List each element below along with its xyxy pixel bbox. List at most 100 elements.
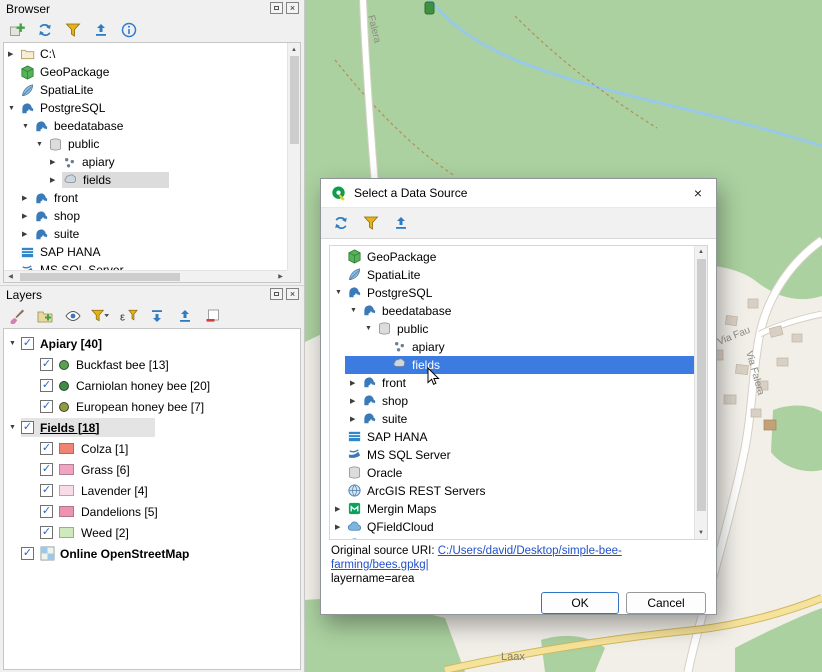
expander-icon[interactable]: ▼ — [35, 141, 48, 148]
expander-icon[interactable]: ▶ — [349, 379, 362, 387]
expander-icon[interactable]: ▼ — [334, 289, 347, 296]
close-panel-button[interactable]: × — [286, 288, 299, 300]
expander-icon[interactable]: ▶ — [334, 523, 347, 531]
dialog-item-shop[interactable]: ▶ shop — [330, 392, 707, 410]
dialog-item-oracle[interactable]: Oracle — [330, 464, 707, 482]
scroll-up-icon[interactable]: ▲ — [288, 43, 301, 56]
add-selected-layers-button[interactable] — [6, 20, 27, 41]
legend-checkbox[interactable]: ✓ — [40, 442, 53, 455]
browser-item-apiary[interactable]: ▶ apiary — [4, 153, 300, 171]
legend-item-carniolan-honey-bee[interactable]: ✓ Carniolan honey bee [20] — [4, 375, 300, 396]
legend-checkbox[interactable]: ✓ — [40, 358, 53, 371]
dialog-item-ms-sql-server[interactable]: MS SQL Server — [330, 446, 707, 464]
filter-browser-button[interactable] — [62, 20, 83, 41]
refresh-button[interactable] — [330, 212, 351, 233]
add-group-button[interactable] — [34, 306, 55, 327]
layer-styling-button[interactable] — [6, 306, 27, 327]
scroll-down-icon[interactable]: ▼ — [695, 526, 708, 539]
dialog-item-public[interactable]: ▼ public — [330, 320, 707, 338]
browser-item-c-drive[interactable]: ▶ C:\ — [4, 45, 300, 63]
float-panel-button[interactable] — [270, 2, 283, 14]
browser-item-beedatabase[interactable]: ▼ beedatabase — [4, 117, 300, 135]
expander-icon[interactable]: ▼ — [8, 424, 21, 431]
float-panel-button[interactable] — [270, 288, 283, 300]
layer-checkbox[interactable]: ✓ — [21, 337, 34, 350]
browser-item-spatialite[interactable]: SpatiaLite — [4, 81, 300, 99]
legend-checkbox[interactable]: ✓ — [40, 526, 53, 539]
layer-checkbox[interactable]: ✓ — [21, 547, 34, 560]
dialog-item-geopackage[interactable]: GeoPackage — [330, 248, 707, 266]
browser-vertical-scrollbar[interactable]: ▲ — [287, 43, 300, 270]
legend-checkbox[interactable]: ✓ — [40, 400, 53, 413]
browser-item-sap-hana[interactable]: SAP HANA — [4, 243, 300, 261]
dialog-item-spatialite[interactable]: SpatiaLite — [330, 266, 707, 284]
filter-legend-button[interactable] — [90, 306, 111, 327]
layer-item-online-openstreetmap[interactable]: ✓ Online OpenStreetMap — [4, 543, 300, 564]
scroll-up-icon[interactable]: ▲ — [695, 246, 708, 259]
dialog-item-beedatabase[interactable]: ▼ beedatabase — [330, 302, 707, 320]
browser-item-shop[interactable]: ▶ shop — [4, 207, 300, 225]
legend-checkbox[interactable]: ✓ — [40, 484, 53, 497]
expander-icon[interactable]: ▼ — [349, 307, 362, 314]
dialog-item-wms-wmts[interactable]: ▶ WMS/WMTS — [330, 536, 707, 540]
dialog-item-postgresql[interactable]: ▼ PostgreSQL — [330, 284, 707, 302]
layer-item-fields[interactable]: ▼ ✓ Fields [18] — [4, 417, 300, 438]
dialog-item-arcgis-rest-servers[interactable]: ArcGIS REST Servers — [330, 482, 707, 500]
remove-layer-button[interactable] — [202, 306, 223, 327]
expander-icon[interactable]: ▶ — [334, 505, 347, 513]
scroll-right-icon[interactable]: ▶ — [274, 270, 287, 283]
expander-icon[interactable]: ▶ — [21, 194, 34, 202]
properties-widget-button[interactable] — [118, 20, 139, 41]
browser-item-front[interactable]: ▶ front — [4, 189, 300, 207]
cancel-button[interactable]: Cancel — [626, 592, 706, 614]
scrollbar-thumb[interactable] — [290, 56, 299, 144]
legend-checkbox[interactable]: ✓ — [40, 379, 53, 392]
dialog-vertical-scrollbar[interactable]: ▲ ▼ — [694, 246, 707, 539]
dialog-close-button[interactable]: × — [680, 179, 716, 207]
dialog-item-fields-selected[interactable]: fields — [330, 356, 707, 374]
expander-icon[interactable]: ▶ — [349, 415, 362, 423]
expander-icon[interactable]: ▼ — [21, 123, 34, 130]
map-themes-button[interactable] — [62, 306, 83, 327]
legend-item-lavender[interactable]: ✓ Lavender [4] — [4, 480, 300, 501]
expander-icon[interactable]: ▶ — [21, 212, 34, 220]
collapse-all-button[interactable] — [90, 20, 111, 41]
collapse-all-button[interactable] — [390, 212, 411, 233]
legend-item-colza[interactable]: ✓ Colza [1] — [4, 438, 300, 459]
expand-all-button[interactable] — [146, 306, 167, 327]
layer-item-apiary[interactable]: ▼ ✓ Apiary [40] — [4, 333, 300, 354]
scroll-left-icon[interactable]: ◀ — [4, 270, 17, 283]
dialog-item-qfieldcloud[interactable]: ▶ QFieldCloud — [330, 518, 707, 536]
scrollbar-thumb[interactable] — [20, 273, 180, 281]
browser-item-fields[interactable]: ▶ fields — [4, 171, 300, 189]
layers-panel-header[interactable]: Layers × — [0, 286, 304, 304]
expander-icon[interactable]: ▶ — [49, 176, 62, 184]
collapse-all-button[interactable] — [174, 306, 195, 327]
layer-checkbox[interactable]: ✓ — [21, 421, 34, 434]
close-panel-button[interactable]: × — [286, 2, 299, 14]
legend-item-buckfast-bee[interactable]: ✓ Buckfast bee [13] — [4, 354, 300, 375]
legend-item-european-honey-bee[interactable]: ✓ European honey bee [7] — [4, 396, 300, 417]
legend-item-grass[interactable]: ✓ Grass [6] — [4, 459, 300, 480]
legend-item-weed[interactable]: ✓ Weed [2] — [4, 522, 300, 543]
refresh-button[interactable] — [34, 20, 55, 41]
filter-button[interactable] — [360, 212, 381, 233]
browser-item-public[interactable]: ▼ public — [4, 135, 300, 153]
browser-item-suite[interactable]: ▶ suite — [4, 225, 300, 243]
browser-item-geopackage[interactable]: GeoPackage — [4, 63, 300, 81]
legend-checkbox[interactable]: ✓ — [40, 505, 53, 518]
expander-icon[interactable]: ▶ — [349, 397, 362, 405]
expander-icon[interactable]: ▼ — [7, 105, 20, 112]
expander-icon[interactable]: ▼ — [364, 325, 377, 332]
dialog-item-apiary[interactable]: apiary — [330, 338, 707, 356]
expander-icon[interactable]: ▶ — [21, 230, 34, 238]
dialog-item-mergin-maps[interactable]: ▶ Mergin Maps — [330, 500, 707, 518]
browser-horizontal-scrollbar[interactable]: ◀ ▶ — [4, 270, 287, 282]
filter-expression-button[interactable] — [118, 306, 139, 327]
scrollbar-thumb[interactable] — [697, 259, 706, 511]
expander-icon[interactable]: ▼ — [8, 340, 21, 347]
browser-item-postgresql[interactable]: ▼ PostgreSQL — [4, 99, 300, 117]
browser-panel-header[interactable]: Browser × — [0, 0, 304, 18]
dialog-item-sap-hana[interactable]: SAP HANA — [330, 428, 707, 446]
ok-button[interactable]: OK — [541, 592, 619, 614]
